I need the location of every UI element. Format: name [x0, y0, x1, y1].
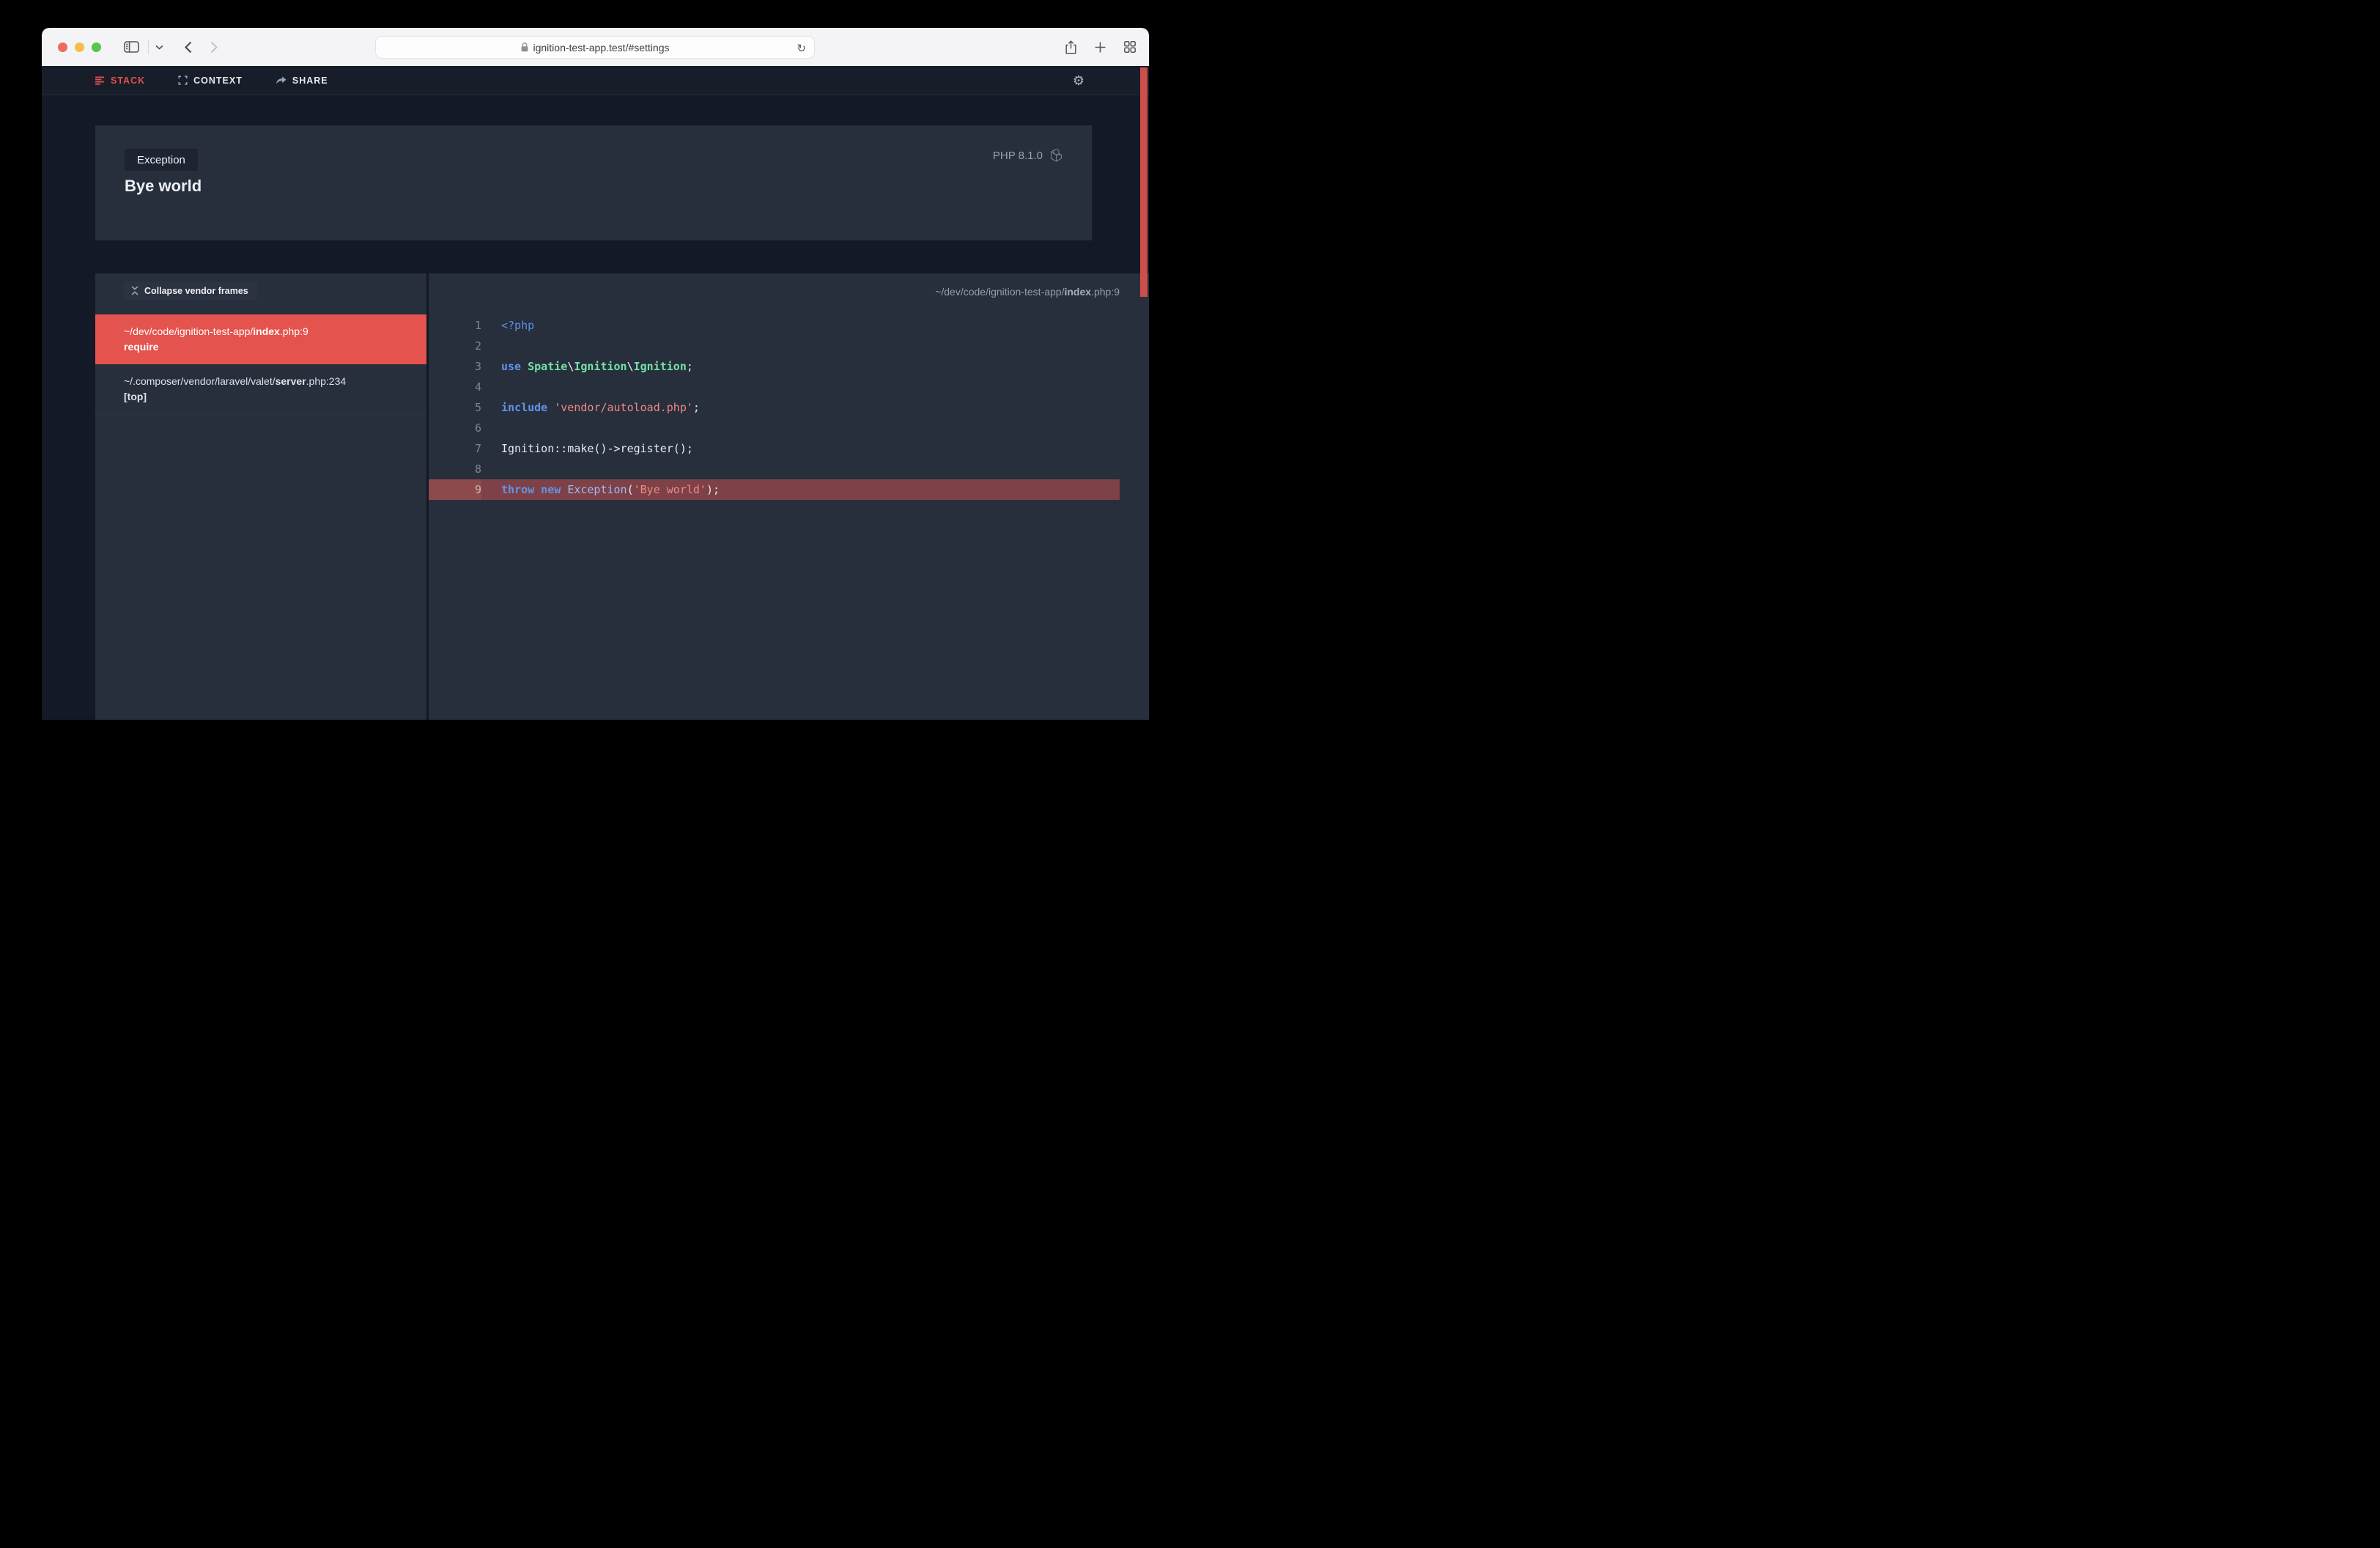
line-number: 3 [429, 360, 481, 373]
code-panel: ~/dev/code/ignition-test-app/index.php:9… [429, 273, 1149, 720]
browser-window: ignition-test-app.test/#settings ↻ [42, 28, 1149, 720]
traffic-lights [58, 43, 101, 52]
forward-button[interactable] [210, 41, 218, 54]
line-number: 8 [429, 462, 481, 476]
line-number: 7 [429, 442, 481, 455]
exception-type-badge: Exception [125, 149, 198, 171]
url-text: ignition-test-app.test/#settings [533, 42, 670, 54]
sidebar-toggle-icon[interactable] [124, 41, 139, 53]
chevron-down-icon[interactable] [155, 45, 163, 50]
share-page-icon[interactable] [1065, 40, 1076, 54]
reload-icon[interactable]: ↻ [797, 42, 806, 55]
collapse-button-label: Collapse vendor frames [144, 286, 248, 296]
line-number: 1 [429, 319, 481, 332]
frame-path: ~/dev/code/ignition-test-app/index.php:9 [124, 325, 308, 337]
error-card: Exception Bye world PHP 8.1.0 [95, 125, 1092, 240]
tab-overview-icon[interactable] [1124, 41, 1136, 53]
tab-share[interactable]: SHARE [276, 75, 328, 86]
stack-trace-panel: Collapse vendor frames ~/dev/code/igniti… [95, 273, 426, 720]
code-editor: 1<?php 2 3use Spatie\Ignition\Ignition; 4 5i… [429, 315, 1120, 500]
line-number: 9 [429, 479, 481, 500]
line-number: 4 [429, 380, 481, 394]
ignition-page: STACK CONTEXT SHARE ⚙ [42, 66, 1149, 720]
zoom-window-button[interactable] [92, 43, 101, 52]
code-line: 1<?php [429, 315, 1120, 336]
context-brackets-icon [178, 75, 188, 85]
stack-lines-icon [95, 76, 105, 85]
tab-context[interactable]: CONTEXT [178, 75, 243, 86]
new-tab-icon[interactable] [1095, 42, 1106, 53]
stack-frame-list: ~/dev/code/ignition-test-app/index.php:9… [95, 314, 426, 415]
address-bar[interactable]: ignition-test-app.test/#settings ↻ [375, 36, 815, 59]
code-file-path: ~/dev/code/ignition-test-app/index.php:9 [935, 286, 1120, 298]
tab-stack-label: STACK [111, 75, 145, 86]
line-number: 6 [429, 421, 481, 435]
lock-icon [521, 43, 528, 52]
line-number: 5 [429, 401, 481, 414]
tab-stack[interactable]: STACK [95, 75, 145, 86]
stack-frame[interactable]: ~/.composer/vendor/laravel/valet/server.… [95, 364, 426, 415]
back-button[interactable] [185, 41, 192, 54]
page-scrollbar[interactable] [1140, 67, 1148, 297]
line-number: 2 [429, 339, 481, 353]
close-window-button[interactable] [58, 43, 67, 52]
stack-frame[interactable]: ~/dev/code/ignition-test-app/index.php:9… [95, 314, 426, 364]
frame-method: [top] [124, 389, 412, 405]
frame-path: ~/.composer/vendor/laravel/valet/server.… [124, 375, 346, 387]
code-line: 3use Spatie\Ignition\Ignition; [429, 356, 1120, 377]
toolbar-divider [148, 40, 149, 54]
code-line: 4 [429, 377, 1120, 397]
php-version-label: PHP 8.1.0 [993, 150, 1043, 162]
tab-share-label: SHARE [292, 75, 328, 86]
frame-method: require [124, 339, 412, 355]
settings-gear-icon[interactable]: ⚙︎ [1073, 72, 1084, 89]
code-line: 8 [429, 459, 1120, 479]
code-line: 7Ignition::make()->register(); [429, 438, 1120, 459]
browser-toolbar: ignition-test-app.test/#settings ↻ [42, 28, 1149, 66]
share-arrow-icon [276, 76, 287, 85]
code-line: 9throw new Exception('Bye world'); [429, 479, 1120, 500]
code-line: 6 [429, 418, 1120, 438]
collapse-vendor-frames-button[interactable]: Collapse vendor frames [124, 281, 257, 300]
code-line: 2 [429, 336, 1120, 356]
collapse-icon [131, 286, 138, 295]
ignition-navbar: STACK CONTEXT SHARE [42, 66, 1149, 95]
tab-context-label: CONTEXT [193, 75, 243, 86]
code-line: 5include 'vendor/autoload.php'; [429, 397, 1120, 418]
php-version-chip: PHP 8.1.0 [993, 149, 1062, 162]
laravel-logo-icon [1050, 149, 1062, 162]
error-message: Bye world [125, 177, 202, 196]
minimize-window-button[interactable] [75, 43, 84, 52]
